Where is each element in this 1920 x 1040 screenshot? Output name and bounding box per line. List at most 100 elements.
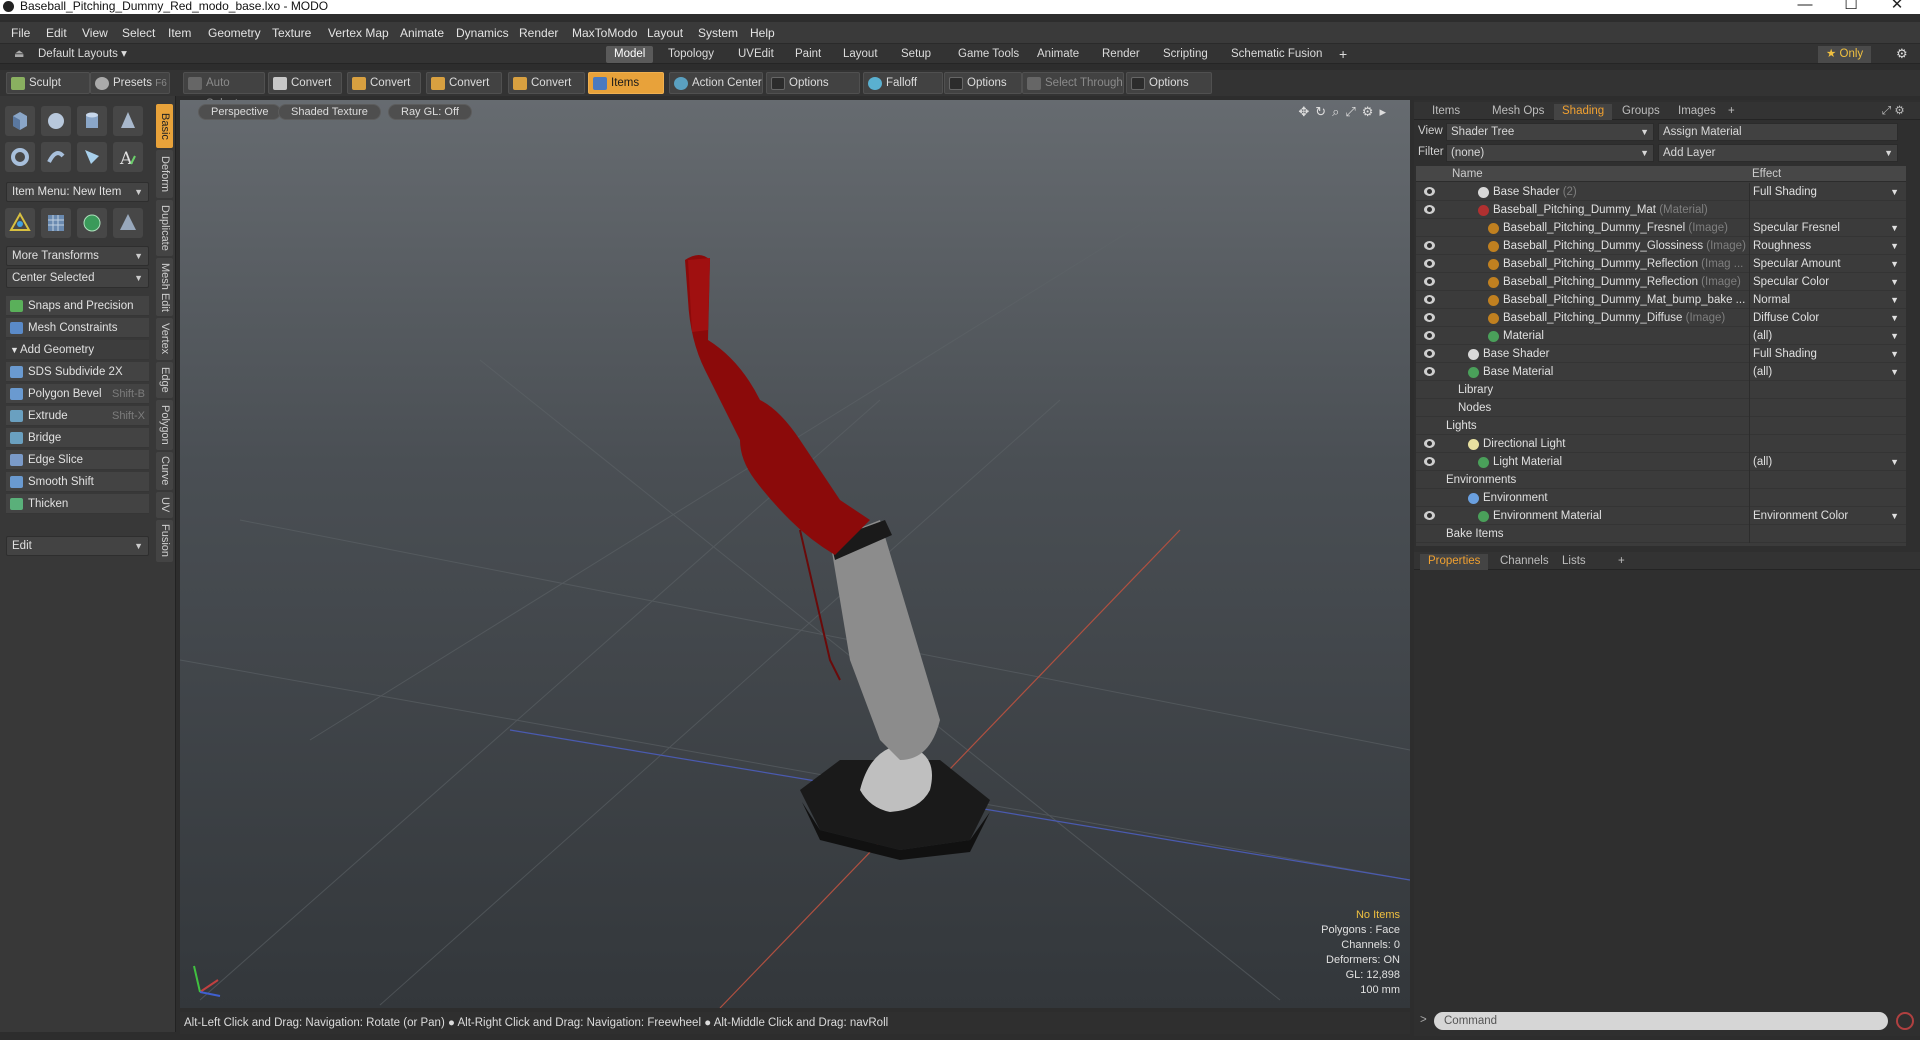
menu-layout[interactable]: Layout — [647, 26, 683, 40]
thicken-button[interactable]: Thicken — [6, 494, 149, 514]
menu-animate[interactable]: Animate — [400, 26, 444, 40]
add-tab-button[interactable]: + — [1331, 46, 1355, 63]
shader-layer-effect[interactable] — [1749, 399, 1905, 417]
select-through-options-button[interactable]: Options — [1126, 72, 1212, 94]
tab-schematic-fusion[interactable]: Schematic Fusion — [1223, 46, 1330, 63]
sphere-icon[interactable] — [41, 106, 71, 136]
command-input[interactable]: Command — [1434, 1012, 1888, 1030]
menu-render[interactable]: Render — [519, 26, 558, 40]
shader-layer-effect[interactable]: Specular Amount ▼ — [1749, 255, 1905, 273]
tab-topology[interactable]: Topology — [660, 46, 722, 63]
text-tool-icon[interactable]: A — [113, 142, 143, 172]
tab-model[interactable]: Model — [606, 46, 654, 63]
extrude-button[interactable]: Extrude Shift-X — [6, 406, 149, 426]
more-transforms-dropdown[interactable]: More Transforms ▼ — [6, 246, 149, 266]
tab-properties[interactable]: Properties — [1420, 554, 1489, 570]
shader-tree-row[interactable]: Environment — [1416, 489, 1906, 507]
tab-setup[interactable]: Setup — [893, 46, 939, 63]
edit-dropdown[interactable]: Edit ▼ — [6, 536, 149, 556]
filter-dropdown[interactable]: (none) ▼ — [1446, 144, 1654, 162]
cube-icon[interactable] — [5, 106, 35, 136]
eye-icon[interactable] — [1424, 457, 1435, 466]
tab-layout[interactable]: Layout — [835, 46, 886, 63]
falloff-button[interactable]: Falloff — [863, 72, 943, 94]
tab-channels[interactable]: Channels — [1492, 554, 1557, 570]
edge-slice-button[interactable]: Edge Slice — [6, 450, 149, 470]
column-effect[interactable]: Effect — [1752, 166, 1781, 182]
grid-icon[interactable] — [41, 208, 71, 238]
menu-dynamics[interactable]: Dynamics — [456, 26, 509, 40]
shader-layer-effect[interactable]: Full Shading ▼ — [1749, 183, 1905, 201]
transform-icon[interactable] — [5, 208, 35, 238]
vtab-fusion[interactable]: Fusion — [156, 520, 173, 562]
tab-shading[interactable]: Shading — [1554, 104, 1613, 120]
minimize-icon[interactable]: — — [1795, 0, 1815, 12]
vtab-deform[interactable]: Deform — [156, 150, 173, 198]
shader-layer-effect[interactable]: (all) ▼ — [1749, 363, 1905, 381]
shader-tree-row[interactable]: Baseball_Pitching_Dummy_Mat_bump_bake ..… — [1416, 291, 1906, 309]
shader-layer-effect[interactable] — [1749, 471, 1905, 489]
tab-paint[interactable]: Paint — [787, 46, 829, 63]
menu-file[interactable]: File — [11, 26, 30, 40]
center-selected-dropdown[interactable]: Center Selected ▼ — [6, 268, 149, 288]
shading-mode-button[interactable]: Shaded Texture — [278, 104, 381, 120]
shader-tree-row[interactable]: Lights — [1416, 417, 1906, 435]
vtab-uv[interactable]: UV — [156, 492, 173, 518]
shader-tree-row[interactable]: Baseball_Pitching_Dummy_Reflection (Imag… — [1416, 255, 1906, 273]
sculpt-button[interactable]: Sculpt — [6, 72, 90, 94]
gear-icon[interactable]: ⚙ — [1888, 46, 1916, 63]
item-menu-dropdown[interactable]: Item Menu: New Item ▼ — [6, 182, 149, 202]
menu-select[interactable]: Select — [122, 26, 155, 40]
eye-icon[interactable] — [1424, 241, 1435, 250]
shader-tree-row[interactable]: Baseball_Pitching_Dummy_Reflection (Imag… — [1416, 273, 1906, 291]
shader-layer-effect[interactable]: Environment Color ▼ — [1749, 507, 1905, 525]
shader-layer-effect[interactable]: Diffuse Color ▼ — [1749, 309, 1905, 327]
eye-icon[interactable] — [1424, 205, 1435, 214]
menu-view[interactable]: View — [82, 26, 108, 40]
tab-uvedit[interactable]: UVEdit — [730, 46, 782, 63]
menu-texture[interactable]: Texture — [272, 26, 311, 40]
shader-tree-row[interactable]: Baseball_Pitching_Dummy_Mat (Material) — [1416, 201, 1906, 219]
eye-icon[interactable] — [1424, 331, 1435, 340]
default-layouts-dropdown[interactable]: Default Layouts ▾ — [30, 46, 135, 63]
viewport-nav-icons[interactable]: ✥↻⌕⤢⚙▸ — [1298, 104, 1392, 120]
shader-tree-row[interactable]: Library — [1416, 381, 1906, 399]
action-center-options-button[interactable]: Options — [766, 72, 860, 94]
shader-tree-row[interactable]: Light Material (all) ▼ — [1416, 453, 1906, 471]
eye-icon[interactable] — [1424, 349, 1435, 358]
eye-icon[interactable] — [1424, 295, 1435, 304]
vtab-vertex[interactable]: Vertex — [156, 318, 173, 360]
shader-layer-effect[interactable]: Normal ▼ — [1749, 291, 1905, 309]
record-icon[interactable] — [1896, 1012, 1914, 1030]
shader-tree-row[interactable]: Material (all) ▼ — [1416, 327, 1906, 345]
presets-button[interactable]: Presets F6 — [90, 72, 170, 94]
add-layer-dropdown[interactable]: Add Layer ▼ — [1658, 144, 1898, 162]
shader-tree-row[interactable]: Environment Material Environment Color ▼ — [1416, 507, 1906, 525]
shader-tree-row[interactable]: Directional Light — [1416, 435, 1906, 453]
shader-layer-effect[interactable]: Roughness ▼ — [1749, 237, 1905, 255]
shader-layer-effect[interactable] — [1749, 435, 1905, 453]
assign-material-button[interactable]: Assign Material — [1658, 123, 1898, 141]
eye-icon[interactable] — [1424, 259, 1435, 268]
convert-button-2[interactable]: Convert — [347, 72, 421, 94]
eye-icon[interactable] — [1424, 439, 1435, 448]
menu-item[interactable]: Item — [168, 26, 191, 40]
convert-button-3[interactable]: Convert — [426, 72, 502, 94]
eye-icon[interactable] — [1424, 313, 1435, 322]
shader-layer-effect[interactable]: Full Shading ▼ — [1749, 345, 1905, 363]
eye-icon[interactable] — [1424, 187, 1435, 196]
view-dropdown[interactable]: Shader Tree ▼ — [1446, 123, 1654, 141]
tube-icon[interactable] — [41, 142, 71, 172]
snaps-and-precision-button[interactable]: Snaps and Precision — [6, 296, 149, 316]
convert-button-1[interactable]: Convert — [268, 72, 342, 94]
menu-help[interactable]: Help — [750, 26, 775, 40]
vtab-curve[interactable]: Curve — [156, 452, 173, 490]
tab-game-tools[interactable]: Game Tools — [950, 46, 1027, 63]
vtab-duplicate[interactable]: Duplicate — [156, 200, 173, 256]
shader-tree-row[interactable]: Baseball_Pitching_Dummy_Diffuse (Image) D… — [1416, 309, 1906, 327]
menu-edit[interactable]: Edit — [46, 26, 67, 40]
shader-layer-effect[interactable]: Specular Fresnel ▼ — [1749, 219, 1905, 237]
shader-layer-effect[interactable]: (all) ▼ — [1749, 327, 1905, 345]
tab-mesh-ops[interactable]: Mesh Ops — [1484, 104, 1552, 120]
smooth-shift-button[interactable]: Smooth Shift — [6, 472, 149, 492]
